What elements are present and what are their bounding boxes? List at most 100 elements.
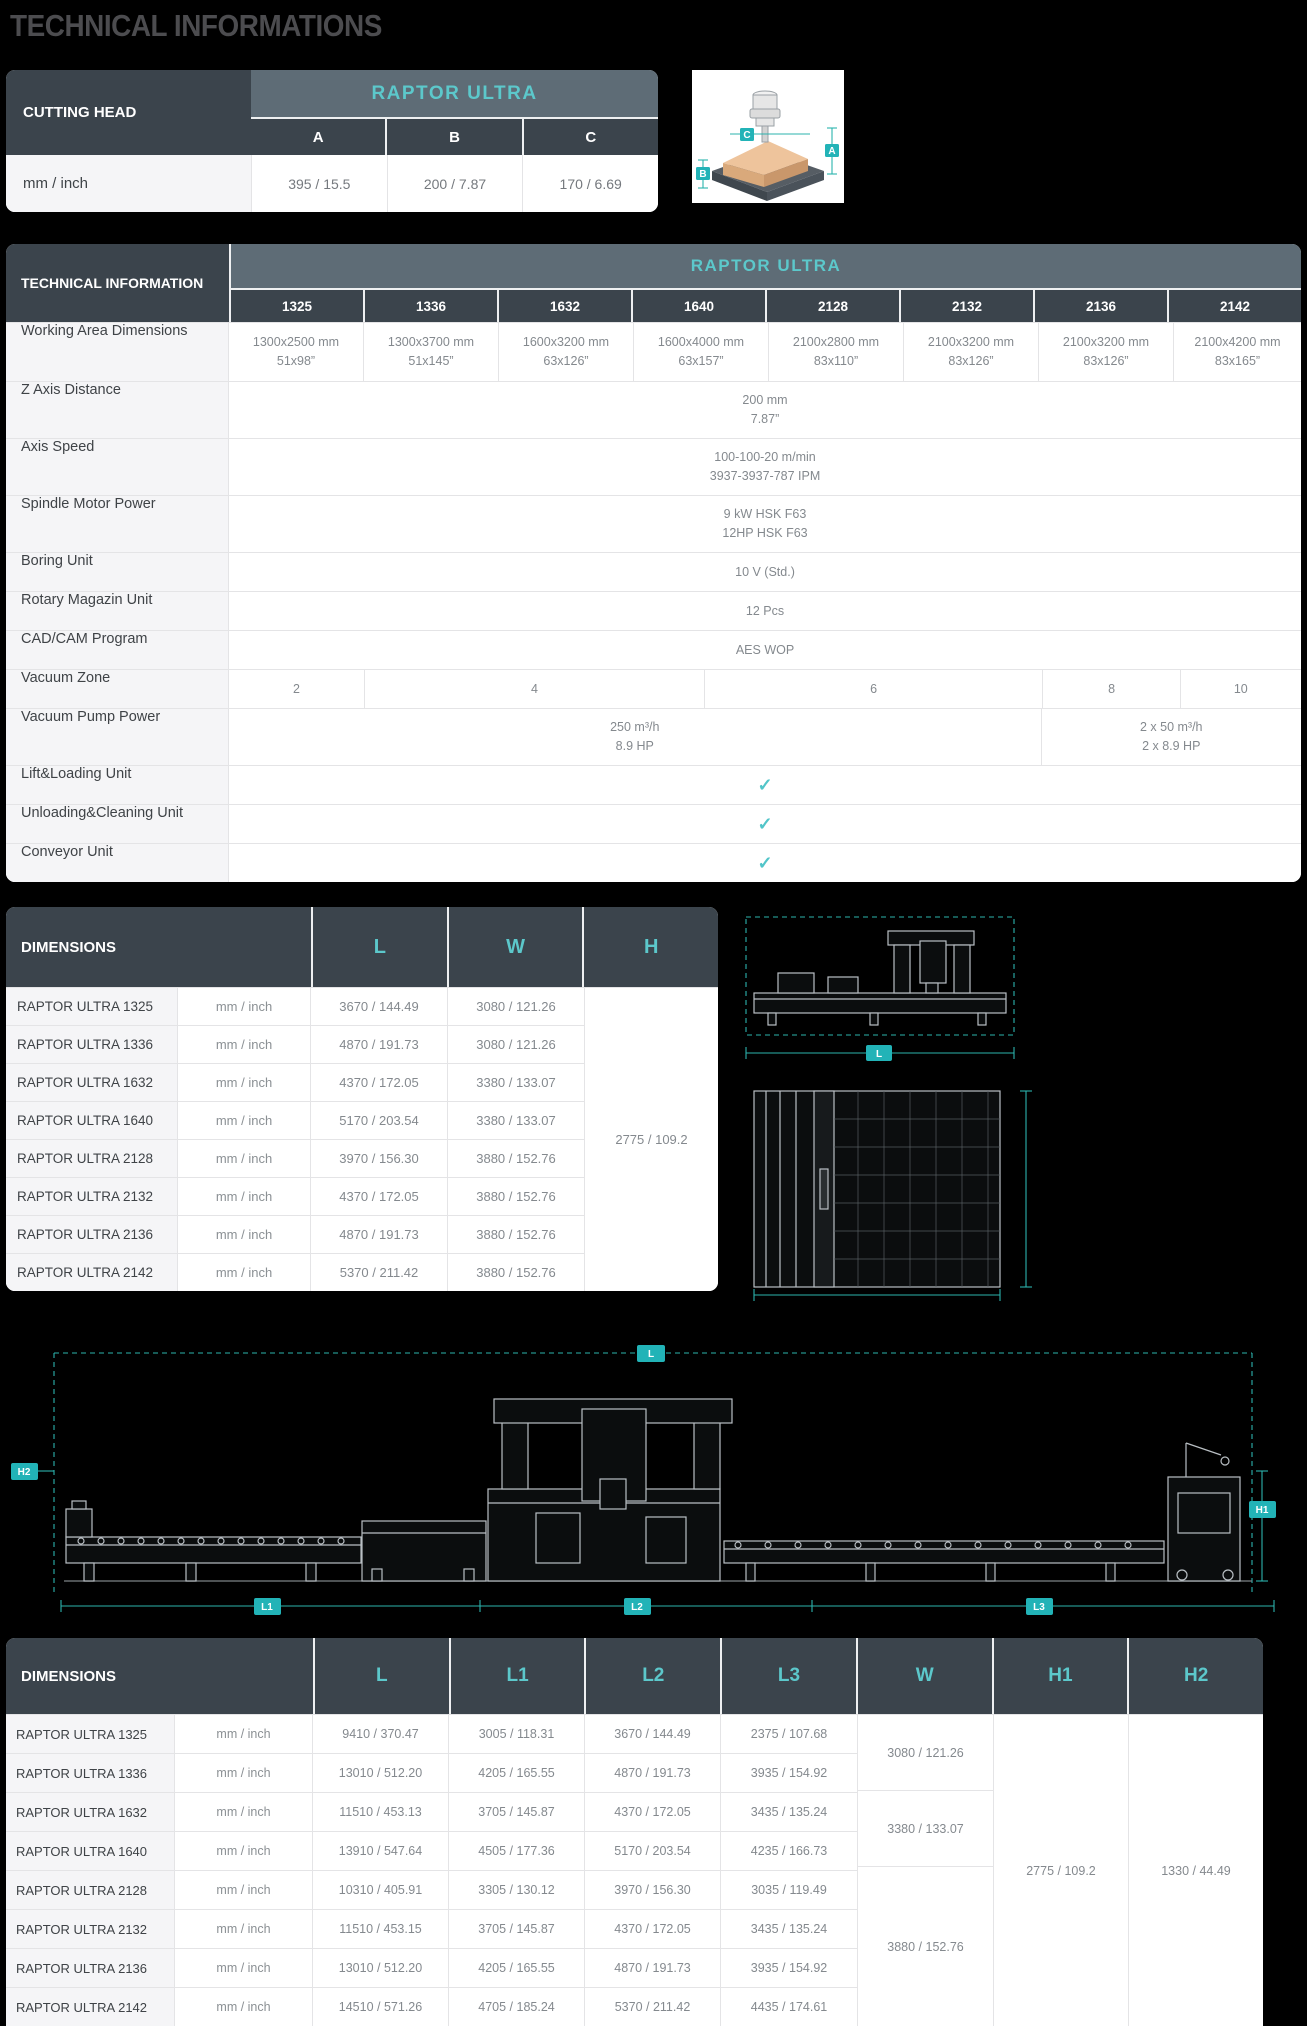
label-a-badge: A (825, 144, 839, 157)
l2-value: 3670 / 144.49 (585, 1715, 721, 1753)
model-header-2128: 2128 (765, 290, 899, 322)
l1-value: 3705 / 145.87 (449, 1793, 585, 1831)
vacuum-pump-value: 250 m³/h 8.9 HP (229, 709, 1041, 765)
rotary-magazin-value: 12 Pcs (229, 592, 1301, 630)
label-a: A (828, 146, 835, 157)
working-area-value: 2100x3200 mm 83x126” (903, 323, 1038, 381)
w-value: 3080 / 121.26 (448, 988, 584, 1025)
l-value: 13010 / 512.20 (313, 1754, 449, 1792)
working-area-value: 1600x4000 mm 63x157” (633, 323, 768, 381)
unit-label: mm / inch (177, 1140, 311, 1177)
unit-label: mm / inch (6, 155, 251, 212)
label-l1-badge: L1 (254, 1598, 281, 1615)
model-name: RAPTOR ULTRA 1325 (6, 1715, 174, 1753)
model-header-2132: 2132 (899, 290, 1033, 322)
row-label: Spindle Motor Power (6, 496, 229, 552)
model-name: RAPTOR ULTRA 2132 (6, 1178, 177, 1215)
column-header-w: W (447, 907, 583, 987)
unit-label: mm / inch (174, 1871, 313, 1909)
l3-value: 3935 / 154.92 (721, 1754, 857, 1792)
table-row: RAPTOR ULTRA 1325 mm / inch 3670 / 144.4… (6, 987, 584, 1025)
table-row: RAPTOR ULTRA 1325 mm / inch 9410 / 370.4… (6, 1714, 857, 1753)
label-l3: L3 (1033, 1602, 1045, 1613)
column-header-h2: H2 (1127, 1638, 1263, 1714)
label-h1-badge: H1 (1249, 1471, 1276, 1581)
w-value-merged: 3380 / 133.07 (858, 1790, 993, 1866)
model-name: RAPTOR ULTRA 2136 (6, 1949, 174, 1987)
label-h2: H2 (18, 1467, 31, 1478)
technical-information-table: TECHNICAL INFORMATION RAPTOR ULTRA 1325 … (6, 244, 1301, 882)
working-area-value: 1300x3700 mm 51x145” (363, 323, 498, 381)
model-name: RAPTOR ULTRA 1632 (6, 1064, 177, 1101)
w-value-merged: 3880 / 152.76 (858, 1866, 993, 2026)
row-spindle-power: Spindle Motor Power 9 kW HSK F63 12HP HS… (6, 495, 1301, 552)
l1-value: 4705 / 185.24 (449, 1988, 585, 2026)
l-value: 4870 / 191.73 (311, 1026, 448, 1063)
vacuum-zone-value: 4 (364, 670, 704, 708)
l-value: 10310 / 405.91 (313, 1871, 449, 1909)
boring-unit-value: 10 V (Std.) (229, 553, 1301, 591)
table-row: RAPTOR ULTRA 1336 mm / inch 13010 / 512.… (6, 1753, 857, 1792)
row-vacuum-pump: Vacuum Pump Power 250 m³/h 8.9 HP 2 x 50… (6, 708, 1301, 765)
model-name: RAPTOR ULTRA 2136 (6, 1216, 177, 1253)
row-label: Vacuum Pump Power (6, 709, 229, 765)
row-label: Rotary Magazin Unit (6, 592, 229, 630)
column-header-l3: L3 (720, 1638, 856, 1714)
model-name: RAPTOR ULTRA 1632 (6, 1793, 174, 1831)
table-row: RAPTOR ULTRA 2128 mm / inch 3970 / 156.3… (6, 1139, 584, 1177)
row-lift-loading: Lift&Loading Unit ✓ (6, 765, 1301, 804)
model-header-1325: 1325 (231, 290, 363, 322)
machine-figures: L (738, 907, 1038, 1301)
l-value: 5170 / 203.54 (311, 1102, 448, 1139)
cutting-head-figure: A B C (692, 70, 844, 203)
unit-label: mm / inch (177, 1254, 311, 1291)
l2-value: 4870 / 191.73 (585, 1754, 721, 1792)
l-value: 4370 / 172.05 (311, 1064, 448, 1101)
dimensions-full-table: DIMENSIONS L L1 L2 L3 W H1 H2 RAPTOR ULT… (6, 1638, 1263, 2026)
label-l-badge: L (637, 1345, 665, 1362)
l3-value: 4235 / 166.73 (721, 1832, 857, 1870)
unit-label: mm / inch (177, 1178, 311, 1215)
label-b: B (699, 169, 706, 180)
working-area-value: 1600x3200 mm 63x126” (498, 323, 633, 381)
l1-value: 4505 / 177.36 (449, 1832, 585, 1870)
tech-brand: RAPTOR ULTRA (231, 244, 1301, 288)
dimensions-table-title: DIMENSIONS (6, 907, 311, 987)
page-title: TECHNICAL INFORMATIONS (10, 8, 1177, 44)
row-label: Working Area Dimensions (6, 323, 229, 381)
machine-drawing (754, 931, 1006, 1025)
table-row: RAPTOR ULTRA 2128 mm / inch 10310 / 405.… (6, 1870, 857, 1909)
cutting-head-value-b: 200 / 7.87 (387, 155, 523, 212)
vacuum-zone-value: 10 (1180, 670, 1301, 708)
working-area-value: 2100x2800 mm 83x110” (768, 323, 903, 381)
working-area-value: 2100x4200 mm 83x165” (1173, 323, 1301, 381)
l-value: 13010 / 512.20 (313, 1949, 449, 1987)
row-working-area: Working Area Dimensions 1300x2500 mm 51x… (6, 322, 1301, 381)
row-rotary-magazin: Rotary Magazin Unit 12 Pcs (6, 591, 1301, 630)
table-row: RAPTOR ULTRA 1632 mm / inch 4370 / 172.0… (6, 1063, 584, 1101)
label-l: L (876, 1049, 882, 1060)
cadcam-value: AES WOP (229, 631, 1301, 669)
l2-value: 5170 / 203.54 (585, 1832, 721, 1870)
l-value: 3670 / 144.49 (311, 988, 448, 1025)
row-cadcam: CAD/CAM Program AES WOP (6, 630, 1301, 669)
h2-value-merged: 1330 / 44.49 (1128, 1714, 1263, 2026)
l2-value: 4370 / 172.05 (585, 1793, 721, 1831)
working-area-value: 2100x3200 mm 83x126” (1038, 323, 1173, 381)
model-header-1336: 1336 (363, 290, 497, 322)
l-value: 11510 / 453.15 (313, 1910, 449, 1948)
l1-value: 3005 / 118.31 (449, 1715, 585, 1753)
row-label: Boring Unit (6, 553, 229, 591)
table-row: RAPTOR ULTRA 2136 mm / inch 13010 / 512.… (6, 1948, 857, 1987)
unit-label: mm / inch (174, 1754, 313, 1792)
w-value-merged: 3080 / 121.26 (858, 1714, 993, 1790)
column-header-l1: L1 (449, 1638, 585, 1714)
table-row: RAPTOR ULTRA 1640 mm / inch 5170 / 203.5… (6, 1101, 584, 1139)
h-value-merged: 2775 / 109.2 (584, 987, 718, 1291)
table-row: RAPTOR ULTRA 2142 mm / inch 14510 / 571.… (6, 1987, 857, 2026)
table-row: RAPTOR ULTRA 2132 mm / inch 4370 / 172.0… (6, 1177, 584, 1215)
l3-value: 3435 / 135.24 (721, 1910, 857, 1948)
column-header-h: H (582, 907, 718, 987)
dimensions-lwh-section: DIMENSIONS L W H RAPTOR ULTRA 1325 mm / … (6, 907, 1301, 1301)
l1-value: 3305 / 130.12 (449, 1871, 585, 1909)
